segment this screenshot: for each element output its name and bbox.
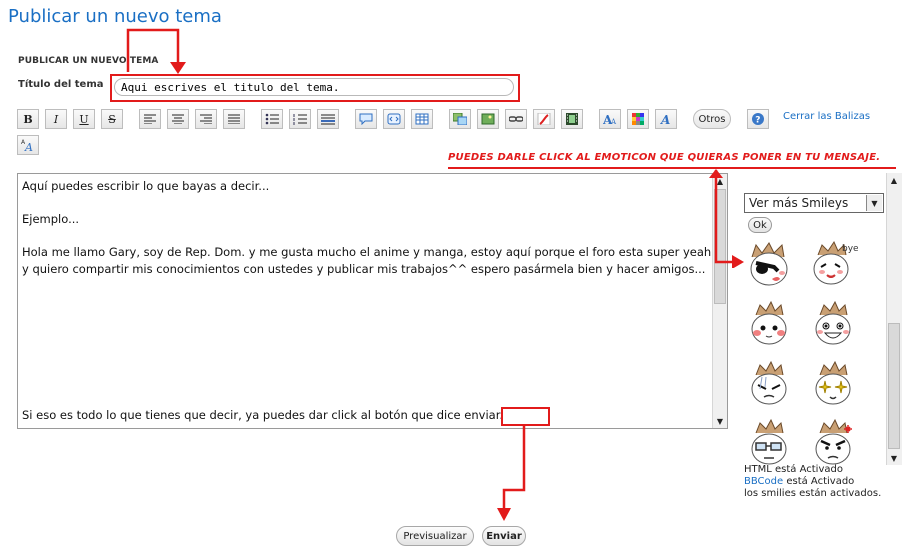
bbcode-status: BBCode está Activado — [744, 476, 881, 488]
color-palette-icon — [632, 113, 644, 125]
link-button[interactable] — [505, 109, 527, 129]
speech-bubble-icon — [359, 113, 373, 125]
underline-button[interactable]: U — [73, 109, 95, 129]
quote-button[interactable] — [355, 109, 377, 129]
send-arrow — [497, 426, 526, 521]
smiley-grin[interactable] — [808, 299, 858, 349]
align-left-icon — [144, 114, 156, 124]
smiley-sad[interactable] — [744, 359, 794, 409]
enviar-highlight: enviar. — [464, 408, 504, 422]
message-line — [22, 195, 712, 212]
status-lines: HTML está Activado BBCode está Activado … — [744, 464, 881, 500]
message-body: Aquí puedes escribir lo que bayas a deci… — [22, 178, 712, 277]
horizontal-rule-icon — [321, 114, 335, 125]
emoticon-hint-annotation: PUEDES DARLE CLICK AL EMOTICON QUE QUIER… — [448, 152, 881, 163]
svg-text:A: A — [610, 118, 617, 125]
table-button[interactable] — [411, 109, 433, 129]
bbcode-status-text: está Activado — [783, 476, 855, 487]
font-size-button[interactable]: AA — [17, 135, 39, 155]
close-tags-link[interactable]: Cerrar las Balizas — [783, 111, 870, 122]
font-color-button[interactable] — [627, 109, 649, 129]
image-gallery-button[interactable] — [449, 109, 471, 129]
video-button[interactable] — [561, 109, 583, 129]
smilies-status: los smilies están activados. — [744, 488, 882, 499]
smiley-blush[interactable] — [744, 299, 794, 349]
flash-button[interactable] — [533, 109, 555, 129]
align-center-button[interactable] — [167, 109, 189, 129]
ok-button[interactable]: Ok — [748, 217, 772, 233]
align-center-icon — [172, 114, 184, 124]
smiley-glasses[interactable] — [744, 417, 794, 467]
bye-text: bye — [842, 244, 858, 254]
topic-title-input[interactable] — [114, 78, 514, 96]
horizontal-rule-button[interactable] — [317, 109, 339, 129]
bbcode-link[interactable]: BBCode — [744, 476, 783, 487]
smiley-scroll-thumb[interactable] — [888, 323, 900, 449]
svg-text:A: A — [24, 141, 33, 152]
smiley-bye[interactable]: bye — [808, 239, 858, 289]
message-line: Hola me llamo Gary, soy de Rep. Dom. y m… — [22, 245, 712, 276]
message-line — [22, 228, 712, 245]
font-face-button[interactable]: AA — [599, 109, 621, 129]
bold-button[interactable]: B — [17, 109, 39, 129]
chevron-down-icon[interactable]: ▼ — [866, 195, 882, 211]
align-right-icon — [200, 114, 212, 124]
bullet-list-icon — [265, 113, 279, 125]
message-line: Aquí puedes escribir lo que bayas a deci… — [22, 179, 270, 193]
title-arrow — [126, 28, 186, 74]
link-icon — [509, 116, 523, 122]
message-textarea[interactable]: Aquí puedes escribir lo que bayas a deci… — [17, 173, 728, 429]
message-line: Ejemplo... — [22, 212, 80, 226]
smiley-angry[interactable] — [808, 417, 858, 467]
svg-text:A: A — [660, 113, 670, 125]
font-size-icon: AA — [21, 139, 33, 152]
formatting-toolbar: B I U S AA A Otros ? Cerrar las Balizas … — [17, 109, 892, 157]
topic-title-label: Título del tema — [18, 79, 104, 90]
message-last-line: Si eso es todo lo que tienes que decir, … — [22, 408, 503, 422]
smiley-panel: Ver más Smileys ▼ Ok bye ▲ ▼ — [740, 173, 904, 465]
others-button[interactable]: Otros — [693, 109, 731, 129]
scroll-down-icon[interactable]: ▼ — [887, 451, 901, 465]
html-status: HTML está Activado — [744, 464, 843, 475]
scroll-down-icon[interactable]: ▼ — [713, 414, 727, 428]
code-button[interactable] — [383, 109, 405, 129]
italic-button[interactable]: I — [45, 109, 67, 129]
align-right-button[interactable] — [195, 109, 217, 129]
smiley-scrollbar[interactable]: ▲ ▼ — [886, 173, 902, 465]
bullet-list-button[interactable] — [261, 109, 283, 129]
numbered-list-icon — [293, 114, 307, 125]
table-icon — [415, 113, 429, 125]
send-button[interactable]: Enviar — [482, 526, 526, 546]
image-button[interactable] — [477, 109, 499, 129]
smiley-eyepatch[interactable] — [744, 239, 794, 289]
justify-button[interactable] — [223, 109, 245, 129]
smiley-sparkle-eyes[interactable] — [808, 359, 858, 409]
strikethrough-button[interactable]: S — [101, 109, 123, 129]
preview-button[interactable]: Previsualizar — [396, 526, 474, 546]
hint-underline — [448, 167, 896, 169]
gallery-icon — [453, 113, 467, 125]
numbered-list-button[interactable] — [289, 109, 311, 129]
font-face-icon: AA — [603, 113, 617, 125]
svg-text:?: ? — [755, 116, 760, 126]
flash-icon — [537, 113, 551, 125]
scroll-up-icon[interactable]: ▲ — [887, 173, 901, 187]
align-left-button[interactable] — [139, 109, 161, 129]
image-icon — [481, 113, 495, 125]
last-line-text: Si eso es todo lo que tienes que decir, … — [22, 408, 465, 422]
more-smileys-select[interactable]: Ver más Smileys ▼ — [744, 193, 884, 213]
justify-icon — [228, 114, 240, 124]
help-icon: ? — [752, 113, 764, 126]
more-smileys-label: Ver más Smileys — [749, 196, 849, 210]
page-title: Publicar un nuevo tema — [8, 6, 222, 27]
font-style-icon: A — [660, 113, 670, 125]
help-button[interactable]: ? — [747, 109, 769, 129]
code-icon — [387, 113, 401, 125]
font-style-button[interactable]: A — [655, 109, 677, 129]
film-icon — [566, 113, 578, 125]
